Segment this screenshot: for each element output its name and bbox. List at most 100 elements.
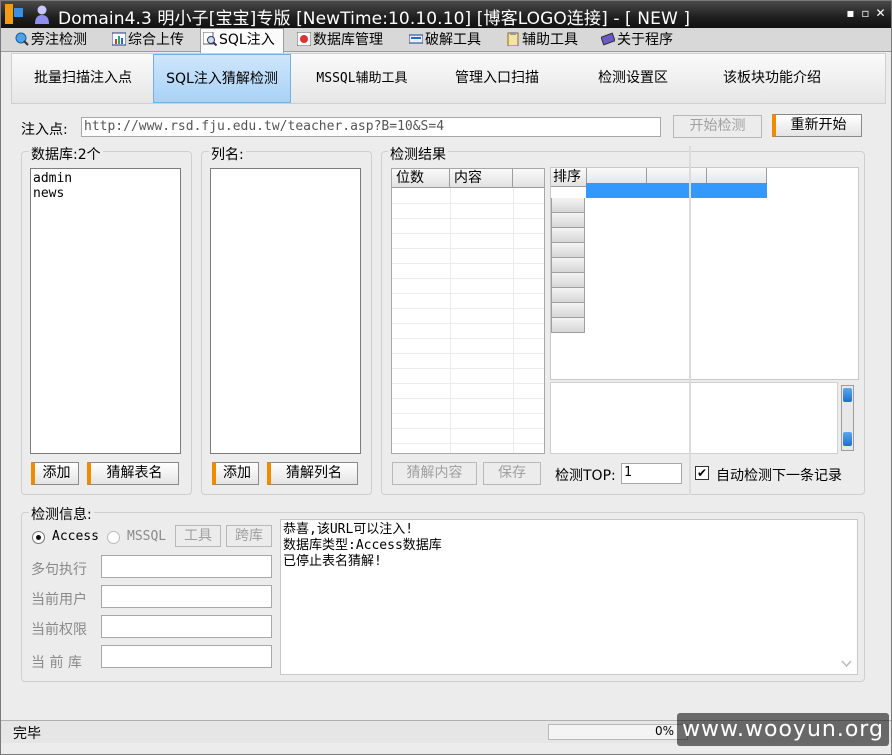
row-header[interactable] [551, 213, 585, 228]
multi-exec-field[interactable] [101, 555, 272, 578]
auto-check-checkbox[interactable]: ✔ [695, 466, 709, 480]
maximize-button[interactable]: ▫ [859, 7, 872, 20]
row-header[interactable] [551, 258, 585, 273]
database-list[interactable]: admin news [30, 168, 181, 454]
add-column-button[interactable]: 添加 [212, 462, 259, 485]
tab-aux-tools[interactable]: 辅助工具 [504, 30, 578, 52]
current-db-field[interactable] [101, 645, 272, 668]
row-header[interactable] [551, 303, 585, 318]
tab-upload[interactable]: 综合上传 [110, 30, 184, 52]
start-detect-button[interactable]: 开始检测 [673, 115, 762, 138]
tab-side-injection[interactable]: 旁注检测 [13, 30, 87, 52]
tab-sql-injection[interactable]: SQL注入 [200, 28, 284, 53]
restart-button[interactable]: 重新开始 [772, 114, 862, 137]
column-list[interactable] [210, 168, 361, 454]
progress-percent: 0% [655, 724, 675, 738]
main-tab-strip: 旁注检测 综合上传 SQL注入 数据库管理 破解工具 辅助工具 关于程序 [1, 28, 891, 53]
sub-tab-bar: 批量扫描注入点 SQL注入猜解检测 MSSQL辅助工具 管理入口扫描 检测设置区… [11, 53, 886, 104]
subtab-sql-guess[interactable]: SQL注入猜解检测 [153, 54, 291, 103]
grid-header-content[interactable]: 内容 [450, 169, 513, 188]
top-label: 检测TOP: [555, 468, 616, 484]
result-grid[interactable]: 位数 内容 [391, 168, 545, 454]
row-header[interactable] [551, 288, 585, 303]
row-header[interactable] [551, 243, 585, 258]
add-table-button[interactable]: 添加 [31, 462, 79, 485]
chart-icon [112, 32, 126, 46]
row-header[interactable] [551, 228, 585, 243]
books-icon [601, 32, 615, 46]
row-header[interactable] [551, 273, 585, 288]
grid-row-line [392, 338, 544, 339]
title-bar[interactable]: Domain4.3 明小子[宝宝]专版 [NewTime:10.10.10] [… [1, 1, 891, 29]
grid-row-line [392, 278, 544, 279]
grid-header-empty[interactable] [513, 169, 544, 188]
log-line: 数据库类型:Access数据库 [283, 538, 442, 553]
grid-row-line [392, 248, 544, 249]
injection-point-label: 注入点: [21, 122, 68, 138]
tab-database-manage[interactable]: 数据库管理 [295, 30, 383, 52]
grid-row-line [392, 368, 544, 369]
subtab-admin-scan[interactable]: 管理入口扫描 [437, 54, 557, 103]
grid-row-line [392, 293, 544, 294]
grid-row-line [392, 218, 544, 219]
list-item[interactable]: news [33, 186, 178, 201]
grid-row-line [392, 383, 544, 384]
subtab-mssql-tools[interactable]: MSSQL辅助工具 [300, 54, 424, 103]
log-line: 恭喜,该URL可以注入! [283, 522, 414, 537]
sort-header[interactable]: 排序 [551, 168, 587, 187]
list-item[interactable]: admin [33, 171, 178, 186]
tab-crack-tools[interactable]: 破解工具 [407, 30, 481, 52]
selected-row[interactable] [586, 183, 767, 198]
save-button[interactable]: 保存 [483, 462, 541, 485]
grid-row-line [392, 398, 544, 399]
subtab-intro[interactable]: 该板块功能介绍 [702, 54, 842, 103]
radio-access[interactable] [32, 531, 45, 544]
guess-table-button[interactable]: 猜解表名 [87, 462, 179, 485]
grid-row-line [392, 308, 544, 309]
grid-row-line [392, 323, 544, 324]
scroll-down-thumb[interactable] [843, 432, 852, 446]
clipboard-icon [507, 32, 519, 46]
grid-row-line [392, 353, 544, 354]
current-user-field[interactable] [101, 585, 272, 608]
current-user-label: 当前用户 [31, 592, 87, 608]
status-text: 完毕 [13, 726, 41, 742]
current-perm-field[interactable] [101, 615, 272, 638]
grid-column-line [450, 188, 451, 453]
watermark: www.wooyun.org [677, 713, 889, 746]
row-header[interactable] [551, 198, 585, 213]
auto-check-label: 自动检测下一条记录 [716, 468, 842, 484]
grid-header-position[interactable]: 位数 [392, 169, 450, 188]
result-label: 检测结果 [388, 144, 448, 164]
close-button[interactable]: ✕ [874, 7, 887, 20]
guess-content-button[interactable]: 猜解内容 [392, 462, 477, 485]
subtab-settings[interactable]: 检测设置区 [582, 54, 684, 103]
record-grid[interactable]: 排序 [550, 167, 859, 380]
grid-row-line [392, 443, 544, 444]
injection-url-field[interactable]: http://www.rsd.fju.edu.tw/teacher.asp?B=… [81, 117, 661, 137]
detect-log[interactable]: 恭喜,该URL可以注入! 数据库类型:Access数据库 已停止表名猜解! [280, 519, 858, 675]
subtab-batch-scan[interactable]: 批量扫描注入点 [22, 54, 144, 103]
chevron-down-icon[interactable] [841, 660, 852, 668]
tool-button[interactable]: 工具 [175, 525, 221, 547]
row-header[interactable] [551, 318, 585, 333]
detail-scrollbar[interactable] [841, 385, 854, 451]
tab-about[interactable]: 关于程序 [599, 30, 673, 52]
top-input[interactable]: 1 [621, 463, 682, 484]
grid-row-line [392, 428, 544, 429]
radio-access-label: Access [52, 529, 99, 544]
cross-db-button[interactable]: 跨库 [226, 525, 272, 547]
guess-column-button[interactable]: 猜解列名 [267, 462, 358, 485]
keyboard-icon [409, 34, 423, 44]
minimize-button[interactable]: ▪ [844, 7, 857, 20]
scroll-up-thumb[interactable] [843, 388, 852, 402]
application-window: Domain4.3 明小子[宝宝]专版 [NewTime:10.10.10] [… [0, 0, 892, 755]
divider [689, 146, 691, 495]
grid-row-line [392, 233, 544, 234]
radio-mssql-label: MSSQL [127, 529, 167, 544]
info-label: 检测信息: [29, 504, 94, 524]
grid-row-line [392, 413, 544, 414]
record-detail-area[interactable] [550, 382, 838, 454]
radio-mssql[interactable] [107, 531, 120, 544]
current-perm-label: 当前权限 [31, 622, 87, 638]
